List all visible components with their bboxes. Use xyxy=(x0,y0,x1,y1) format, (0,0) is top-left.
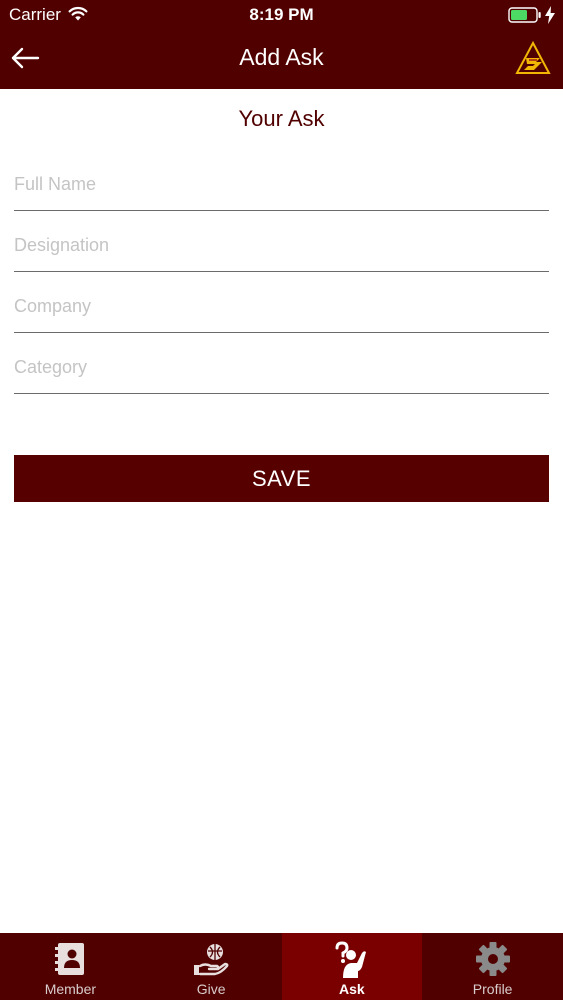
tab-bar: Member Give Ask Profile xyxy=(0,933,563,1000)
address-book-icon xyxy=(55,943,85,975)
app-logo-icon xyxy=(515,41,551,74)
status-bar: Carrier 8:19 PM xyxy=(0,0,563,30)
top-bar: Carrier 8:19 PM Add Ask xyxy=(0,0,563,89)
category-input[interactable] xyxy=(14,338,549,394)
tab-ask[interactable]: Ask xyxy=(281,933,423,1000)
page-title: Add Ask xyxy=(239,44,324,70)
clock: 8:19 PM xyxy=(249,5,314,24)
hand-globe-icon xyxy=(194,944,229,976)
navigation-bar: Add Ask xyxy=(0,30,563,89)
full-name-input[interactable] xyxy=(14,155,549,211)
add-ask-screen: Carrier 8:19 PM Add Ask Your Ask Full Na… xyxy=(0,0,563,1000)
tab-label: Give xyxy=(196,981,226,997)
save-button[interactable]: SAVE xyxy=(14,455,549,502)
gear-icon xyxy=(475,942,510,976)
battery-icon xyxy=(508,7,541,23)
designation-input[interactable] xyxy=(14,216,549,272)
charging-bolt-icon xyxy=(545,6,555,24)
tab-label: Profile xyxy=(472,981,513,997)
tab-give[interactable]: Give xyxy=(141,933,282,1000)
tab-profile[interactable]: Profile xyxy=(422,933,563,1000)
question-hand-icon xyxy=(335,941,366,978)
tab-member[interactable]: Member xyxy=(0,933,141,1000)
tab-label: Member xyxy=(44,981,97,997)
form-heading: Your Ask xyxy=(238,106,325,131)
company-input[interactable] xyxy=(14,277,549,333)
tab-label: Ask xyxy=(339,981,365,997)
